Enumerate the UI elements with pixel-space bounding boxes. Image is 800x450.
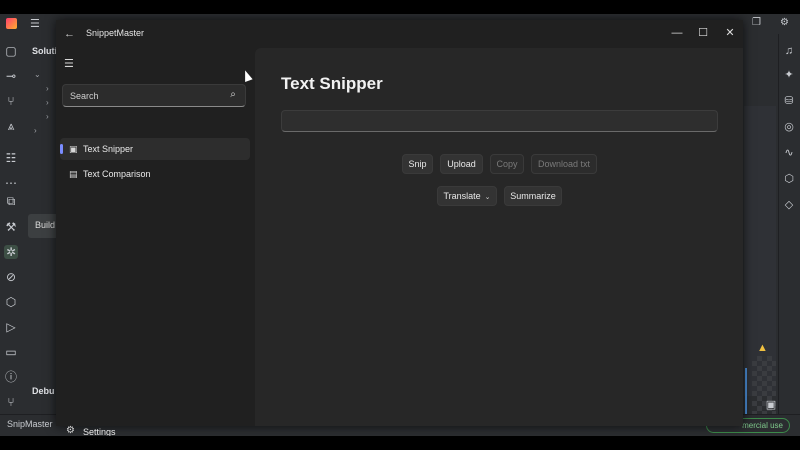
services-icon[interactable]: ⊘ [4, 270, 18, 284]
debug-icon[interactable]: ✲ [4, 245, 18, 259]
packages-icon[interactable]: ⬡ [4, 295, 18, 309]
upload-button[interactable]: Upload [440, 154, 483, 174]
chevron-down-icon: ⌄ [484, 194, 491, 201]
minimize-icon[interactable]: — [668, 24, 686, 42]
ide-restore-icon[interactable]: ❐ [752, 17, 761, 28]
database-icon[interactable]: ⛁ [782, 94, 796, 108]
ide-panel-label: Soluti [32, 46, 57, 56]
active-indicator [60, 144, 63, 154]
profiler-icon[interactable]: ∿ [782, 146, 796, 160]
layout-icon[interactable]: ☷ [4, 151, 18, 165]
ide-editor-pane: ▲ [744, 106, 776, 436]
app-title: SnippetMaster [86, 28, 145, 38]
build-icon[interactable]: ⚒ [4, 220, 18, 234]
layout-toggle-icon[interactable]: ▣ [764, 398, 778, 412]
ide-right-toolbar: ▲ ♫ ✦ ⛁ ◎ ∿ ⬡ ◇ ▣ [744, 34, 800, 436]
terminal-icon[interactable]: ▭ [4, 345, 18, 359]
page-title: Text Snipper [281, 74, 383, 93]
tree-chevron-icon[interactable]: › [34, 126, 37, 135]
ai-assistant-icon[interactable]: ✦ [782, 68, 796, 82]
vcs-icon[interactable]: ⑂ [4, 395, 18, 409]
nav-label: Text Snipper [83, 144, 134, 154]
snipper-icon: ▣ [69, 144, 78, 154]
comparison-icon: ▤ [69, 169, 78, 179]
ide-settings-icon[interactable]: ⚙ [780, 17, 789, 28]
search-icon[interactable]: ⌕ [227, 89, 239, 101]
sidebar: ☰ ⌕ ▣ Text Snipper ▤ Text Comparison ⚙ S… [56, 48, 255, 436]
copy-button[interactable]: Copy [490, 154, 524, 174]
search-input[interactable] [63, 85, 223, 106]
plugin-icon[interactable]: ⧉ [4, 194, 18, 208]
tree-chevron-icon[interactable]: › [46, 84, 49, 93]
folder-icon[interactable]: ▢ [4, 44, 18, 58]
main-content: Text Snipper Snip Upload Copy Download t… [255, 48, 743, 426]
branches-icon[interactable]: ⑂ [4, 94, 18, 108]
maximize-icon[interactable]: ☐ [694, 24, 712, 42]
translate-label: Translate [443, 191, 481, 201]
warning-icon: ▲ [757, 342, 768, 354]
commit-icon[interactable]: ⊸ [4, 69, 18, 83]
download-txt-button[interactable]: Download txt [531, 154, 597, 174]
hamburger-menu-icon[interactable]: ☰ [64, 58, 76, 70]
nav-item-text-comparison[interactable]: ▤ Text Comparison [60, 163, 250, 185]
nav-item-text-snipper[interactable]: ▣ Text Snipper [60, 138, 250, 160]
screen: ☰ ⚙ ❐ ▢ ⊸ ⑂ ⩓ ☷ ⋯ ⧉ ⚒ ✲ ⊘ ⬡ ▷ ▭ ⓘ ⑂ Solu… [0, 14, 800, 436]
tree-chevron-icon[interactable]: › [46, 98, 49, 107]
nav-label: Settings [83, 427, 116, 436]
run-icon[interactable]: ▷ [4, 320, 18, 334]
endpoints-icon[interactable]: ◎ [782, 120, 796, 134]
notifications-icon[interactable]: ♫ [782, 44, 796, 58]
diamond-icon[interactable]: ◇ [782, 198, 796, 212]
structure-icon[interactable]: ⩓ [4, 119, 18, 133]
tree-chevron-icon[interactable]: › [46, 112, 49, 121]
more-icon[interactable]: ⋯ [4, 176, 18, 190]
nav-label: Text Comparison [83, 169, 151, 179]
dependencies-icon[interactable]: ⬡ [782, 172, 796, 186]
ide-left-toolbar: ▢ ⊸ ⑂ ⩓ ☷ ⋯ ⧉ ⚒ ✲ ⊘ ⬡ ▷ ▭ ⓘ ⑂ [0, 34, 24, 414]
search-box: ⌕ [62, 84, 246, 107]
summarize-button[interactable]: Summarize [504, 186, 562, 206]
ide-logo-icon [6, 18, 17, 29]
title-bar: ← SnippetMaster — ☐ ✕ [56, 20, 743, 48]
snip-text-input[interactable] [281, 110, 718, 132]
status-project-name: SnipMaster [7, 419, 53, 429]
ide-debug-label: Debu [32, 386, 55, 396]
gear-icon: ⚙ [66, 425, 75, 436]
snip-button[interactable]: Snip [402, 154, 433, 174]
nav-item-settings[interactable]: ⚙ Settings [60, 421, 250, 436]
close-icon[interactable]: ✕ [721, 24, 739, 42]
ide-right-strip [778, 34, 800, 414]
ide-main-menu-icon[interactable]: ☰ [30, 17, 40, 30]
translate-dropdown[interactable]: Translate ⌄ [437, 186, 497, 206]
tree-chevron-icon[interactable]: ⌄ [34, 70, 41, 79]
problems-icon[interactable]: ⓘ [4, 370, 18, 384]
app-window: ← SnippetMaster — ☐ ✕ ☰ ⌕ ▣ Text Snipper… [56, 20, 743, 436]
back-arrow-icon[interactable]: ← [64, 28, 76, 40]
